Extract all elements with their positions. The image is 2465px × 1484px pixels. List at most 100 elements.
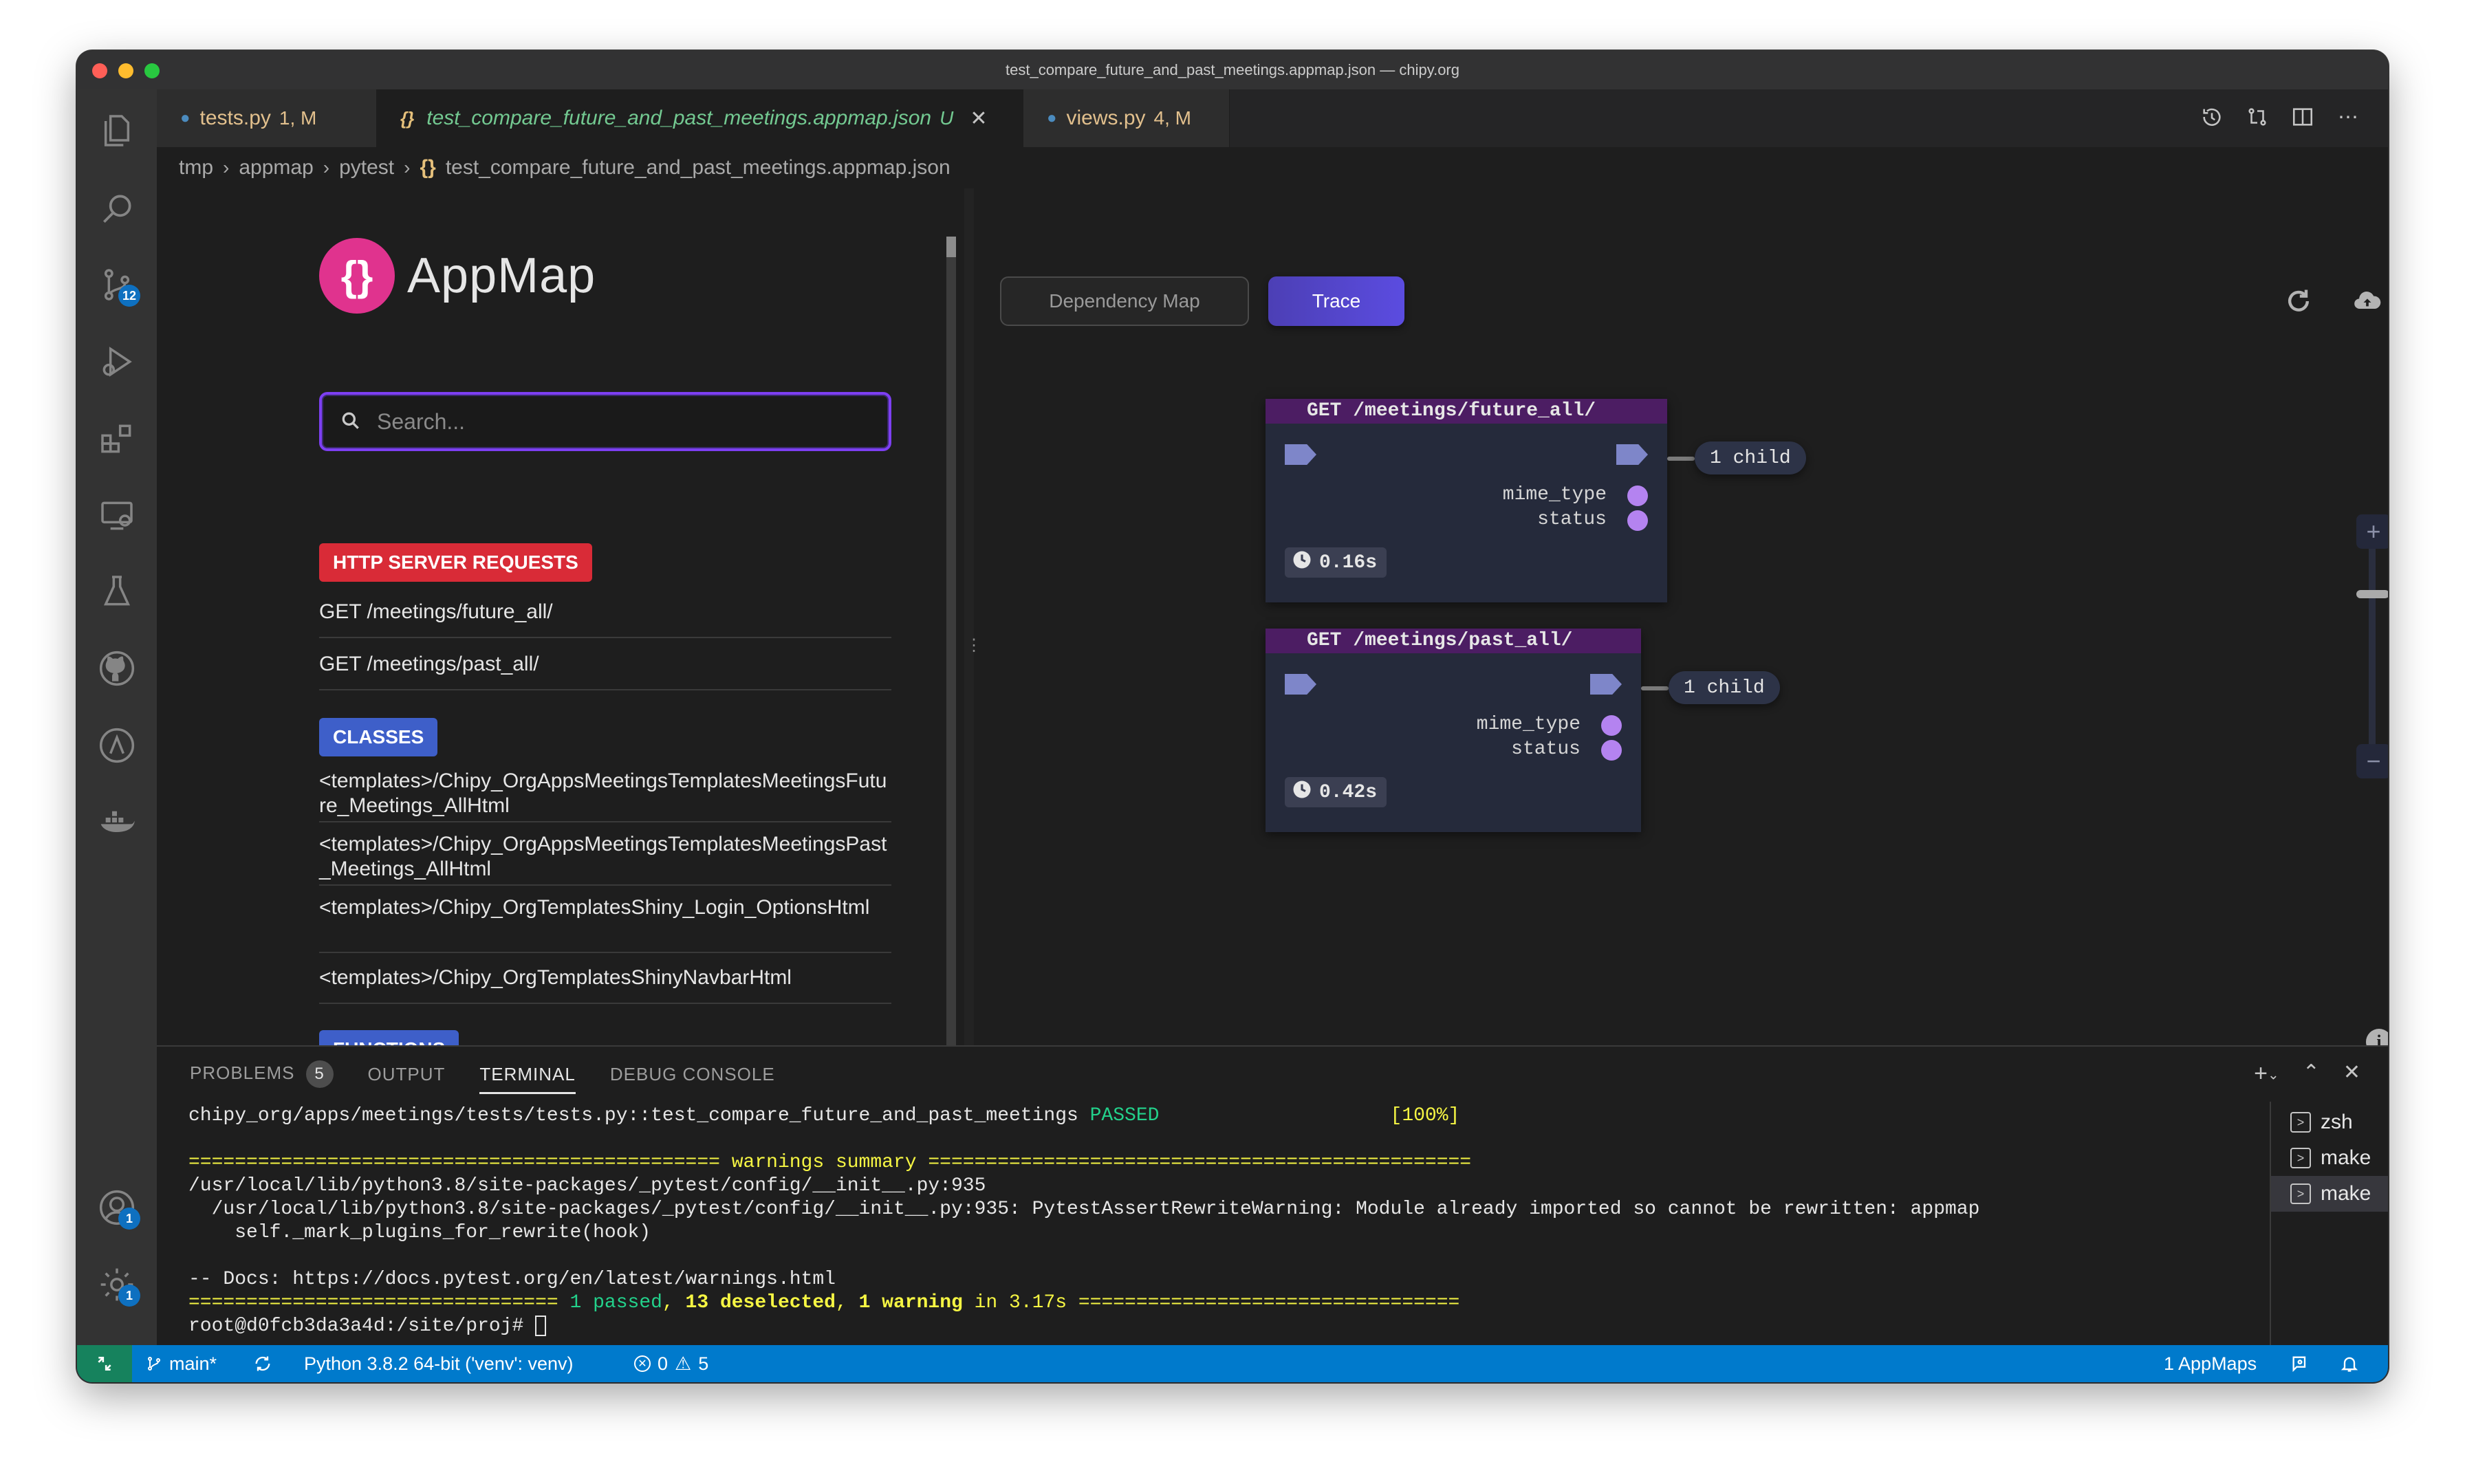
breadcrumb-item[interactable]: test_compare_future_and_past_meetings.ap…	[446, 156, 951, 179]
terminal-icon: >	[2290, 1112, 2311, 1133]
elapsed-value: 0.42s	[1319, 781, 1378, 803]
child-connector	[1667, 457, 1695, 461]
settings-badge: 1	[118, 1285, 140, 1307]
accounts-badge: 1	[118, 1208, 140, 1230]
python-interpreter[interactable]: Python 3.8.2 64-bit ('venv': venv)	[304, 1345, 574, 1382]
extensions-icon[interactable]	[96, 418, 138, 459]
list-item[interactable]: GET /meetings/past_all/	[319, 652, 891, 690]
tab-views-py[interactable]: ● views.py 4, M	[1023, 89, 1230, 147]
list-item[interactable]: <templates>/Chipy_OrgTemplatesShiny_Logi…	[319, 895, 891, 953]
sidebar-scrollbar[interactable]	[946, 237, 956, 1045]
trace-node-route: GET /meetings/future_all/	[1266, 399, 1667, 424]
feedback-icon[interactable]	[2290, 1345, 2310, 1382]
more-actions-icon[interactable]: ⋯	[2336, 105, 2360, 129]
terminal-cursor	[535, 1315, 547, 1336]
notifications-bell-icon[interactable]	[2340, 1345, 2359, 1382]
sash-handle-icon[interactable]: ⋮	[966, 637, 982, 670]
tab-debug-console[interactable]: DEBUG CONSOLE	[610, 1064, 775, 1094]
trace-node[interactable]: GET /meetings/past_all/ mime_type status…	[1266, 629, 1641, 832]
timeline-icon[interactable]	[2200, 105, 2224, 129]
elapsed-value: 0.16s	[1319, 552, 1378, 574]
explorer-icon[interactable]	[96, 110, 138, 151]
upload-cloud-icon[interactable]	[2351, 285, 2384, 318]
tab-output[interactable]: OUTPUT	[368, 1064, 446, 1094]
tab-tests-py[interactable]: ● tests.py 1, M	[157, 89, 377, 147]
terminal-summary-rule: ================================	[188, 1292, 570, 1313]
output-port-icon	[1590, 674, 1622, 695]
classes-badge: CLASSES	[319, 718, 438, 756]
terminal-text: self._mark_plugins_for_rewrite(hook)	[188, 1222, 651, 1243]
terminal-item-make-active[interactable]: > make	[2271, 1176, 2388, 1212]
field-label: status	[1511, 739, 1581, 760]
branch-status[interactable]: main*	[146, 1345, 217, 1382]
breadcrumb-item[interactable]: pytest	[339, 156, 394, 179]
problems-status[interactable]: ✕ 0 ⚠ 5	[634, 1345, 708, 1382]
search-box[interactable]	[319, 392, 891, 451]
reload-icon[interactable]	[2282, 285, 2315, 318]
field-label: status	[1537, 509, 1607, 530]
dependency-map-button[interactable]: Dependency Map	[1000, 276, 1249, 326]
github-icon[interactable]	[96, 648, 138, 689]
list-item[interactable]: <templates>/Chipy_OrgAppsMeetingsTemplat…	[319, 769, 891, 822]
tab-problems[interactable]: PROBLEMS 5	[190, 1060, 334, 1097]
zoom-in-button[interactable]: +	[2356, 514, 2388, 549]
breadcrumb-item[interactable]: appmap	[239, 156, 313, 179]
tab-label: tests.py	[199, 107, 271, 129]
open-changes-icon[interactable]	[2245, 105, 2270, 129]
new-terminal-icon[interactable]: +⌄	[2254, 1060, 2279, 1087]
tab-appmap-json[interactable]: {} test_compare_future_and_past_meetings…	[377, 89, 1023, 147]
chevron-down-icon[interactable]: ⌄	[2268, 1068, 2279, 1083]
chevron-right-icon: ›	[223, 157, 230, 178]
zoom-out-button[interactable]: −	[2356, 744, 2388, 778]
terminal-item-zsh[interactable]: > zsh	[2271, 1104, 2388, 1140]
child-connector	[1641, 686, 1669, 690]
source-control-icon[interactable]: 12	[96, 264, 140, 307]
run-debug-icon[interactable]	[96, 341, 138, 382]
pane-sash[interactable]	[964, 188, 974, 1045]
terminal-text: /usr/local/lib/python3.8/site-packages/_…	[188, 1175, 986, 1197]
close-tab-icon[interactable]: ✕	[970, 107, 987, 131]
appmap-icon[interactable]	[96, 725, 138, 766]
status-bar: main* Python 3.8.2 64-bit ('venv': venv)…	[77, 1345, 2388, 1382]
zoom-track[interactable]	[2369, 520, 2376, 754]
docker-icon[interactable]	[96, 802, 138, 843]
terminal-passed: PASSED	[1089, 1105, 1160, 1126]
remote-explorer-icon[interactable]	[96, 495, 138, 536]
trace-node[interactable]: GET /meetings/future_all/ mime_type stat…	[1266, 399, 1667, 602]
trace-button[interactable]: Trace	[1268, 276, 1404, 326]
split-editor-icon[interactable]	[2290, 105, 2315, 129]
maximize-panel-icon[interactable]: ⌃	[2303, 1060, 2320, 1087]
terminal-list: > zsh > make > make	[2270, 1102, 2388, 1346]
sidebar-scrollbar-thumb[interactable]	[946, 237, 956, 257]
error-icon: ✕	[634, 1355, 651, 1372]
info-icon[interactable]: i	[2366, 1029, 2388, 1045]
appmap-logo-icon: {}	[319, 238, 395, 314]
child-count-pill[interactable]: 1 child	[1669, 671, 1780, 704]
list-item[interactable]: <templates>/Chipy_OrgTemplatesShinyNavba…	[319, 965, 891, 1004]
testing-icon[interactable]	[96, 571, 138, 612]
warning-count: 5	[698, 1353, 709, 1374]
terminal-summary-sep: ,	[662, 1292, 686, 1313]
problems-count-badge: 5	[305, 1060, 334, 1088]
breadcrumb-item[interactable]: tmp	[179, 156, 213, 179]
list-item[interactable]: GET /meetings/future_all/	[319, 600, 891, 638]
search-input[interactable]	[377, 395, 858, 448]
search-icon[interactable]	[96, 188, 138, 230]
zoom-slider-thumb[interactable]	[2356, 590, 2388, 598]
terminal-output[interactable]: chipy_org/apps/meetings/tests/tests.py::…	[188, 1104, 2252, 1338]
accounts-icon[interactable]: 1	[96, 1187, 140, 1230]
terminal-name: make	[2321, 1182, 2371, 1205]
remote-indicator-icon[interactable]	[77, 1345, 132, 1382]
terminal-item-make[interactable]: > make	[2271, 1140, 2388, 1176]
close-panel-icon[interactable]: ✕	[2343, 1060, 2360, 1087]
editor-tab-bar: ● tests.py 1, M {} test_compare_future_a…	[157, 89, 2388, 147]
terminal-text: chipy_org/apps/meetings/tests/tests.py::…	[188, 1105, 1078, 1126]
manage-gear-icon[interactable]: 1	[96, 1264, 140, 1307]
sync-icon[interactable]	[253, 1345, 272, 1382]
appmap-logo-text: AppMap	[407, 248, 596, 303]
list-item[interactable]: <templates>/Chipy_OrgAppsMeetingsTemplat…	[319, 832, 891, 886]
tab-terminal[interactable]: TERMINAL	[479, 1064, 576, 1094]
functions-badge: FUNCTIONS	[319, 1030, 459, 1045]
child-count-pill[interactable]: 1 child	[1695, 441, 1806, 474]
appmaps-count[interactable]: 1 AppMaps	[2164, 1345, 2257, 1382]
